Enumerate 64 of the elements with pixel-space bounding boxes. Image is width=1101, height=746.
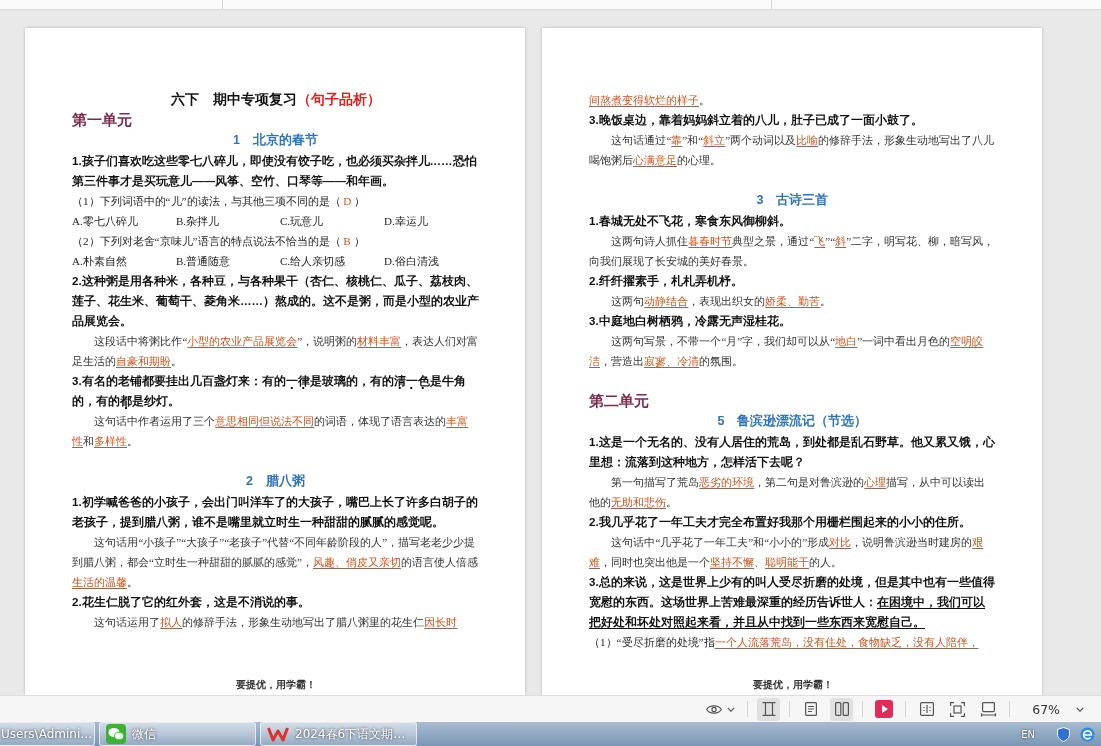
answer-paragraph: 间熬煮变得软烂的样子。	[589, 93, 711, 108]
answer-paragraph: 这段话中将粥比作“小型的农业产品展览会”，说明粥的材料丰富，表达人们对富足生活的自豪和期盼。	[72, 334, 479, 369]
answer-paragraph: 这句话运用了拟人的修辞手法，形象生动地写出了腊八粥里的花生仁因长时	[93, 615, 459, 630]
lesson-heading: 2 腊八粥	[246, 474, 305, 488]
lesson-heading: 5 鲁滨逊漂流记（节选）	[717, 414, 868, 428]
choice-option: D.幸运儿	[384, 215, 428, 227]
taskbar-window-button[interactable]: 2024春6下语文期…	[260, 722, 417, 746]
split-page-icon	[919, 702, 934, 716]
answer-paragraph: 这两句动静结合，表现出织女的娇柔、勤苦。	[610, 294, 833, 309]
app-logo-icon	[267, 726, 289, 742]
page-footer: 要提优，用学霸！	[752, 679, 833, 691]
unit-heading: 第二单元	[589, 391, 649, 411]
page-footer: 要提优，用学霸！	[235, 679, 316, 691]
language-indicator[interactable]: EN	[1021, 728, 1035, 740]
taskbar-window-button[interactable]: 微信	[99, 722, 256, 746]
question-text: 1.初学喊爸爸的小孩子，会出门叫洋车了的大孩子，嘴巴上长了许多白胡子的老孩子，提到腊八粥，谁不是嘴里就立时生一种甜甜的腻腻的感觉呢。	[72, 494, 479, 530]
question-text: 1.孩子们喜欢吃这些零七八碎儿，即使没有饺子吃，也必须买杂拌儿……恐怕第三件事才是买玩意儿——风筝、空竹、口琴等——和年画。	[72, 153, 478, 189]
question-text: 3.中庭地白树栖鸦，冷露无声湿桂花。	[589, 313, 792, 329]
answer-paragraph: 这句话中“几乎花了一年工夫”和“小小的”形成对比，说明鲁滨逊当时建房的艰难，同时也突出他是一个坚持不懈、聪明能干的人。	[589, 535, 985, 570]
chat-bubbles-icon	[106, 724, 126, 744]
choice-option: D.俗白清浅	[384, 255, 439, 267]
choice-option: A.朴素自然	[72, 255, 127, 267]
page-height-icon	[761, 702, 776, 716]
question-text: 3.有名的老铺都要挂出几百盏灯来：有的一律是玻璃的，有的清一色是牛角的，有的都是纱灯。	[72, 371, 479, 411]
choice-option: B.普通随意	[176, 255, 231, 267]
swirl-icon	[1080, 726, 1095, 742]
caret-icon	[1076, 706, 1084, 712]
answer-paragraph: 这两句诗人抓住暮春时节典型之景，通过“飞”“斜”二字，明写花、柳，暗写风，向我们展现了长安城的美好春景。	[589, 234, 996, 269]
choice-option: A.零七八碎儿	[72, 215, 138, 227]
question-text: 1.春城无处不飞花，寒食东风御柳斜。	[589, 213, 792, 229]
taskbar-window-button[interactable]: Users\Admini…	[0, 722, 95, 746]
answer-paragraph: 这两句写景，不带一个“月”字，我们却可以从“地白”一词中看出月色的空明皎洁，营造出寂寥、冷清的氛围。	[589, 334, 985, 369]
choice-option: C.玩意儿	[280, 215, 324, 227]
lesson-heading: 1 北京的春节	[233, 133, 318, 147]
document-title: 六下 期中专项复习（句子品析）	[170, 92, 381, 107]
choice-option: B.杂拌儿	[176, 215, 220, 227]
question-text: 2.我几乎花了一年工夫才完全布置好我那个用栅栏围起来的小小的住所。	[589, 514, 972, 530]
two-page-icon	[834, 702, 849, 716]
two-page-button[interactable]	[830, 697, 854, 721]
sub-question: （1）下列词语中的“儿”的读法，与其他三项不同的是（ D ）	[72, 194, 367, 209]
question-text: 2.纤纤擢素手，札札弄机杼。	[589, 273, 744, 289]
question-text: 2.花生仁脱了它的红外套，这是不消说的事。	[72, 594, 311, 610]
zoom-dropdown[interactable]: 67%	[1029, 697, 1087, 721]
page-icon	[804, 702, 817, 716]
unit-heading: 第一单元	[72, 110, 132, 130]
play-icon	[875, 700, 894, 718]
page-width-icon	[981, 701, 997, 717]
answer-paragraph: 这句话中作者运用了三个意思相同但说法不同的词语，体现了语言表达的丰富性和多样性。	[72, 414, 470, 449]
question-text: 3.晚饭桌边，靠着妈妈斜立着的八儿，肚子已成了一面小鼓了。	[589, 112, 924, 128]
answer-paragraph: 这句话用“小孩子”“大孩子”“老孩子”代替“不同年龄阶段的人”，描写老老少少提到腊八粥，都会“立时生一种甜甜的腻腻的感觉”，风趣、俏皮又亲切的语言使人倍感 生活的温馨。	[72, 535, 479, 590]
question-text: 3.总的来说，这是世界上少有的叫人受尽折磨的处境，但是其中也有一些值得宽慰的东西。这场世界上苦难最深重的经历告诉世人：在困境中，我们可以把好处和坏处对照起来看，并且从中找到一些东西来宽慰自己。	[589, 574, 996, 630]
answer-paragraph: 第一句描写了荒岛恶劣的环境，第二句是对鲁滨逊的心理描写，从中可以读出他的无助和悲伤。	[589, 475, 987, 510]
answer-paragraph: 这句话通过“靠”和“斜立”两个动词以及比喻的修辞手法，形象生动地写出了八儿喝饱粥后心满意足的心理。	[589, 133, 996, 168]
choice-option: C.给人亲切感	[280, 255, 346, 267]
shield-icon	[1057, 726, 1070, 742]
sub-question: （1）“受尽折磨的处境”指一个人流落荒岛，没有住处，食物缺乏，没有人陪伴，	[589, 635, 980, 650]
fullscreen-icon	[950, 701, 966, 717]
fit-height-button[interactable]	[757, 697, 781, 721]
question-text: 1.这是一个无名的、没有人居住的荒岛，到处都是乱石野草。他又累又饿，心里想：流落到这种地方，怎样活下去呢？	[589, 434, 996, 470]
eye-icon	[706, 703, 723, 715]
caret-icon	[727, 706, 736, 712]
question-text: 2.这种粥是用各种米，各种豆，与各种果干（杏仁、核桃仁、瓜子、荔枝肉、莲子、花生米、葡萄干、菱角米……）熬成的。这不是粥，而是小型的农业产品展览会。	[72, 273, 479, 329]
sub-question: （2）下列对老舍“京味儿”语言的特点说法不恰当的是（ B ）	[72, 234, 366, 249]
lesson-heading: 3 古诗三首	[756, 193, 829, 207]
